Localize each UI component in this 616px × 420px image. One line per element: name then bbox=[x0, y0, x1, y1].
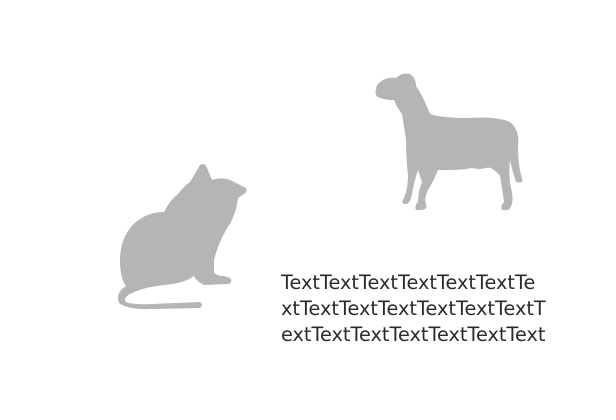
dog-silhouette-icon bbox=[375, 73, 523, 210]
canvas: TextTextTextTextTextTextTe xtTextTextTex… bbox=[0, 0, 616, 420]
text-line: TextTextTextTextTextTextTe bbox=[281, 271, 536, 294]
text-line: extTextTextTextTextTextText bbox=[281, 323, 546, 346]
cat-silhouette-icon bbox=[117, 164, 247, 310]
text-paragraph: TextTextTextTextTextTextTe xtTextTextTex… bbox=[281, 270, 591, 348]
text-line: xtTextTextTextTextTextTextT bbox=[281, 297, 546, 320]
